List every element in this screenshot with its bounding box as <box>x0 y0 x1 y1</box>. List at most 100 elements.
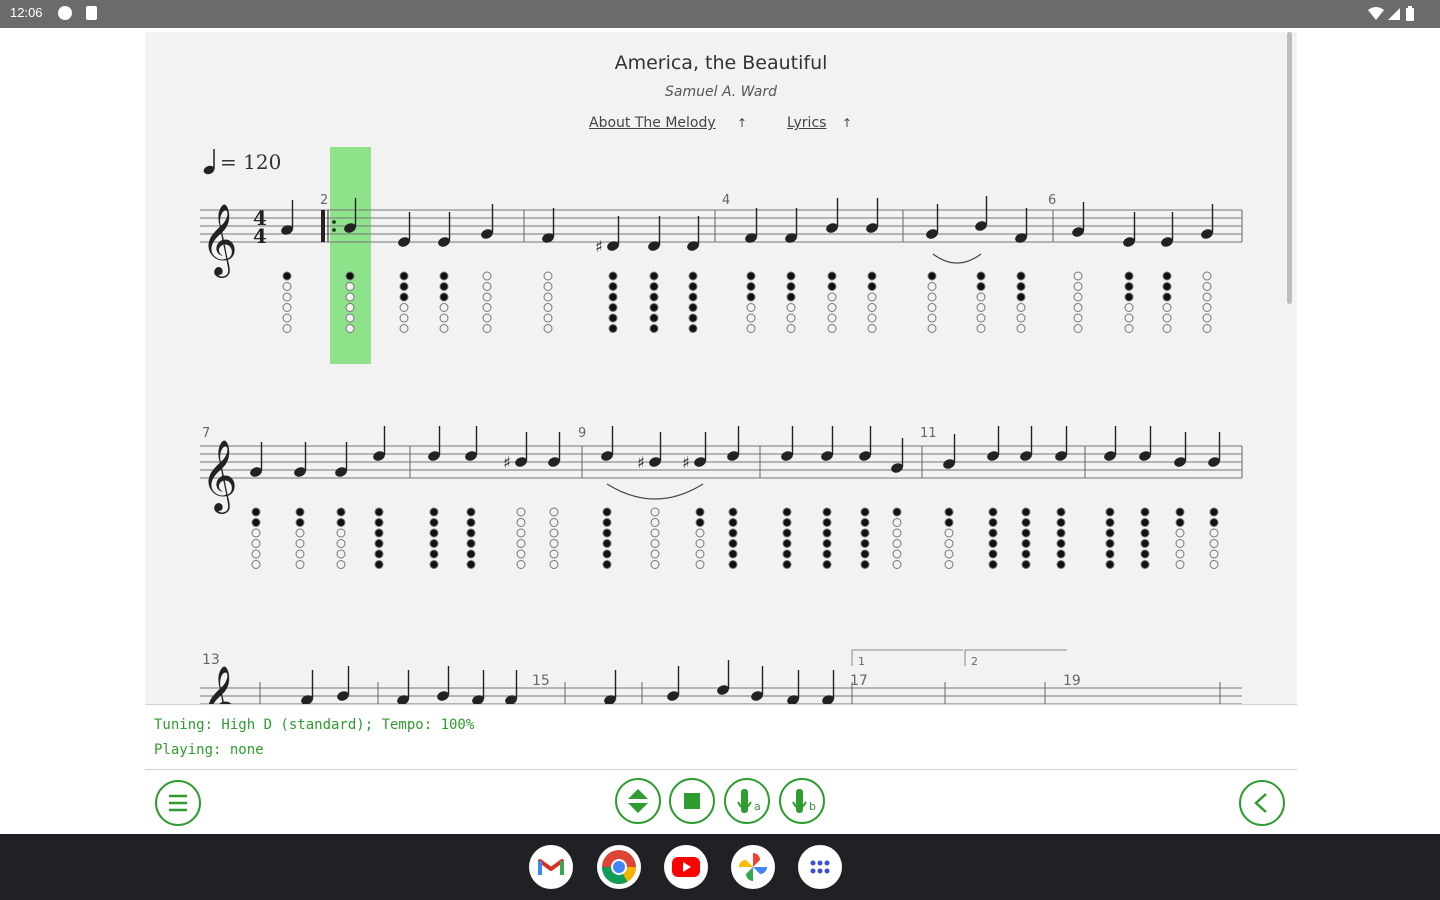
fingering-chart <box>251 507 261 569</box>
stop-button[interactable] <box>669 778 715 824</box>
note <box>335 442 348 477</box>
note: ♯ <box>637 432 662 472</box>
note: ♯ <box>503 432 528 472</box>
menu-button[interactable] <box>155 780 201 826</box>
volta-label: 1 <box>858 655 865 668</box>
fingering-chart <box>649 271 659 333</box>
note <box>398 212 411 247</box>
fingering-chart <box>1209 507 1219 569</box>
treble-clef-icon: 𝄞 <box>201 202 238 278</box>
score-sheet[interactable]: America, the Beautiful Samuel A. Ward Ab… <box>145 32 1297 704</box>
fingering-chart <box>650 507 660 569</box>
whistle-a-icon: a <box>737 789 761 813</box>
note <box>891 438 904 473</box>
note <box>1201 204 1214 239</box>
note <box>866 198 879 233</box>
note <box>727 426 740 461</box>
note <box>481 204 494 239</box>
menu-icon <box>169 794 187 812</box>
tie <box>932 253 982 264</box>
whistle-b-button[interactable]: b <box>779 778 825 824</box>
gmail-icon <box>538 859 564 875</box>
note <box>601 426 614 461</box>
fingering-chart <box>860 507 870 569</box>
whistle-b-label: b <box>809 800 816 813</box>
note <box>975 196 988 231</box>
note <box>1174 432 1187 467</box>
vertical-scrollbar[interactable] <box>1287 32 1292 304</box>
note <box>859 426 872 461</box>
note: ♯ <box>595 216 620 256</box>
divider <box>145 704 1297 705</box>
note <box>1123 212 1136 247</box>
fingering-chart <box>1202 271 1212 333</box>
fingering-chart <box>1162 271 1172 333</box>
treble-clef-icon: 𝄞 <box>201 438 238 514</box>
note <box>1104 426 1117 461</box>
fingering-chart <box>295 507 305 569</box>
fingering-chart <box>688 271 698 333</box>
note <box>1139 426 1152 461</box>
taskbar <box>0 834 1440 900</box>
fingering-chart <box>399 271 409 333</box>
measure-number: 4 <box>722 193 730 208</box>
playing-info: Playing: none <box>154 742 264 758</box>
back-icon <box>1254 793 1267 813</box>
photos-app[interactable] <box>731 845 775 889</box>
note <box>548 432 561 467</box>
fingering-chart <box>976 271 986 333</box>
measure-number: 2 <box>320 193 328 208</box>
fingering-chart <box>1056 507 1066 569</box>
fingering-chart <box>892 507 902 569</box>
fingering-chart <box>602 507 612 569</box>
gmail-app[interactable] <box>529 845 573 889</box>
app-grid-icon <box>810 860 830 874</box>
note <box>987 426 1000 461</box>
music-score: 𝄞 𝄞 𝄞 4 4 2 4 6 7 9 11 13 15 17 19 1 2 ♯… <box>200 147 1243 704</box>
svg-text:♯: ♯ <box>637 453 645 472</box>
note <box>1072 202 1085 237</box>
chrome-app[interactable] <box>597 845 641 889</box>
note <box>826 198 839 233</box>
youtube-app[interactable] <box>664 845 708 889</box>
measure-number: 15 <box>532 673 550 689</box>
up-down-icon <box>628 789 648 813</box>
fingering-chart <box>827 271 837 333</box>
note <box>781 426 794 461</box>
note <box>943 434 956 469</box>
note <box>294 442 307 477</box>
fingering-chart <box>608 271 618 333</box>
volta-label: 2 <box>971 655 978 668</box>
volta-brackets <box>851 649 1067 666</box>
whistle-a-button[interactable]: a <box>724 778 770 824</box>
fingering-chart <box>374 507 384 569</box>
fingering-chart <box>336 507 346 569</box>
fingering-chart <box>746 271 756 333</box>
battery-icon <box>1406 6 1414 21</box>
note: ♯ <box>682 432 707 472</box>
svg-text:♯: ♯ <box>682 453 690 472</box>
fingering-chart <box>782 507 792 569</box>
fingering-chart <box>1021 507 1031 569</box>
whistle-b-icon: b <box>792 789 816 813</box>
svg-text:♯: ♯ <box>503 453 511 472</box>
svg-text:♯: ♯ <box>595 237 603 256</box>
treble-clef-icon: 𝄞 <box>201 664 238 704</box>
fingering-chart <box>1140 507 1150 569</box>
measure-number: 11 <box>920 426 937 441</box>
fingering-chart <box>1073 271 1083 333</box>
tuning-info: Tuning: High D (standard); Tempo: 100% <box>154 717 475 733</box>
scroll-toggle-button[interactable] <box>615 778 661 824</box>
fingering-chart <box>944 507 954 569</box>
fingering-chart <box>282 271 292 333</box>
fingering-chart <box>482 271 492 333</box>
back-button[interactable] <box>1239 780 1285 826</box>
app-drawer[interactable] <box>798 845 842 889</box>
note <box>428 426 441 461</box>
fingering-chart <box>695 507 705 569</box>
fingering-chart <box>543 271 553 333</box>
fingering-chart <box>549 507 559 569</box>
status-right-icons <box>1368 6 1428 26</box>
note <box>250 442 263 477</box>
tie <box>606 483 704 500</box>
